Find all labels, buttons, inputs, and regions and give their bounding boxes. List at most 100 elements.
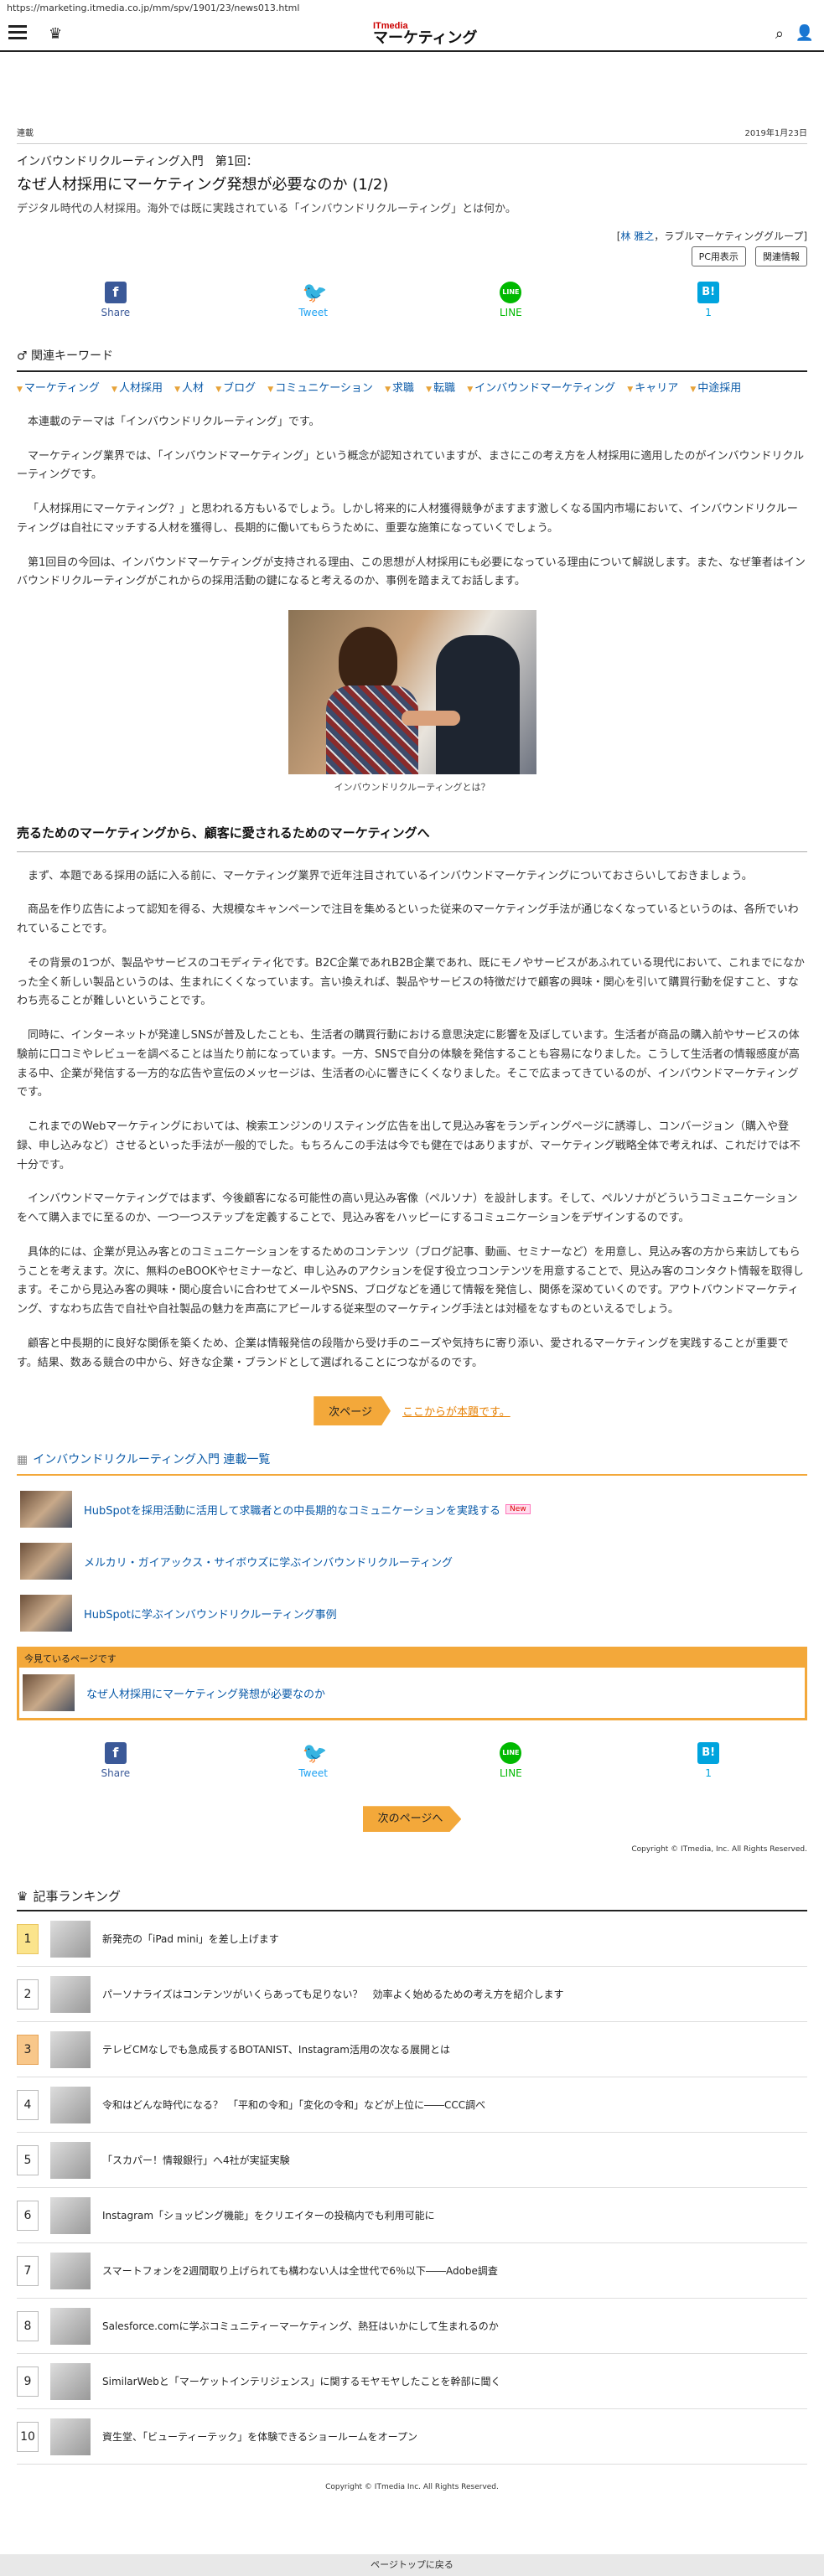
rank-title[interactable]: パーソナライズはコンテンツがいくらあっても足りない？ 効率よく始めるための考え方… bbox=[102, 1987, 563, 2001]
line-icon: LINE bbox=[500, 282, 522, 303]
keyword-link[interactable]: 人材 bbox=[174, 382, 204, 395]
site-logo[interactable]: ITmedia マーケティング bbox=[373, 22, 478, 46]
paragraph: 「人材採用にマーケティング？」と思われる方もいるでしょう。しかし将来的に人材獲得… bbox=[17, 503, 798, 535]
twitter-share[interactable]: 🐦 Tweet bbox=[263, 1742, 364, 1779]
rank-number: 5 bbox=[17, 2144, 39, 2175]
related-info-button[interactable]: 関連情報 bbox=[755, 246, 807, 266]
search-icon[interactable]: ⌕ bbox=[775, 25, 784, 43]
series-item-title[interactable]: メルカリ・ガイアックス・サイボウズに学ぶインバウンドリクルーティング bbox=[84, 1554, 453, 1570]
facebook-share[interactable]: f Share bbox=[65, 1742, 166, 1779]
ranking-item[interactable]: 6 Instagram「ショッピング機能」をクリエイターの投稿内でも利用可能に bbox=[17, 2188, 807, 2244]
series-item[interactable]: メルカリ・ガイアックス・サイボウズに学ぶインバウンドリクルーティング bbox=[17, 1543, 807, 1580]
series-list: インバウンドリクルーティング入門 連載一覧 HubSpotを採用活動に活用して求… bbox=[17, 1451, 807, 1721]
keyword-link[interactable]: マーケティング bbox=[17, 382, 100, 395]
rank-number: 3 bbox=[17, 2034, 39, 2065]
series-item-title[interactable]: HubSpotを採用活動に活用して求職者との中長期的なコミュニケーションを実践す… bbox=[84, 1502, 500, 1518]
rank-thumbnail bbox=[50, 2141, 91, 2179]
keywords-heading: ♂ 関連キーワード bbox=[17, 347, 807, 372]
series-thumbnail bbox=[20, 1543, 72, 1580]
share-bar-bottom: f Share 🐦 Tweet LINE LINE B! 1 bbox=[17, 1742, 807, 1779]
article-figure: インバウンドリクルーティングとは？ bbox=[17, 610, 807, 795]
facebook-icon: f bbox=[104, 1742, 127, 1765]
ranking-item[interactable]: 10 資生堂、「ビューティーテック」を体験できるショールームをオープン bbox=[17, 2409, 807, 2465]
back-to-top-button[interactable]: ページトップに戻る bbox=[0, 2554, 824, 2576]
publish-date: 2019年1月23日 bbox=[744, 129, 807, 138]
ranking-item[interactable]: 3 テレビCMなしでも急成長するBOTANIST、Instagram活用の次なる展… bbox=[17, 2022, 807, 2078]
facebook-share[interactable]: f Share bbox=[65, 282, 166, 318]
section-heading: 売るためのマーケティングから、顧客に愛されるためのマーケティングへ bbox=[17, 822, 807, 852]
keyword-link[interactable]: 中途採用 bbox=[690, 382, 741, 395]
rank-thumbnail bbox=[50, 2307, 91, 2345]
rank-title[interactable]: スマートフォンを2週間取り上げられても構わない人は全世代で6％以下――Adobe… bbox=[102, 2263, 498, 2278]
rank-title[interactable]: 新発売の「iPad mini」を差し上げます bbox=[102, 1932, 279, 1946]
article-main: 連載 2019年1月23日 インバウンドリクルーティング入門 第1回： なぜ人材… bbox=[0, 126, 824, 2491]
rank-title[interactable]: テレビCMなしでも急成長するBOTANIST、Instagram活用の次なる展開… bbox=[102, 2042, 450, 2056]
pc-view-button[interactable]: PC用表示 bbox=[691, 246, 746, 266]
article-body: 本連載のテーマは「インバウンドリクルーティング」です。 マーケティング業界では、… bbox=[17, 413, 807, 1373]
series-item[interactable]: HubSpotを採用活動に活用して求職者との中長期的なコミュニケーションを実践す… bbox=[17, 1491, 807, 1529]
view-buttons: PC用表示 関連情報 bbox=[17, 246, 807, 266]
rank-number: 6 bbox=[17, 2200, 39, 2231]
rank-title[interactable]: 令和はどんな時代になる？ 「平和の令和」「変化の令和」などが上位に――CCC調べ bbox=[102, 2098, 485, 2112]
rank-number: 1 bbox=[17, 1923, 39, 1954]
keyword-link[interactable]: 求職 bbox=[385, 382, 414, 395]
rank-number: 7 bbox=[17, 2255, 39, 2286]
hamburger-menu-icon[interactable] bbox=[8, 25, 27, 40]
ranking-item[interactable]: 9 SimilarWebと「マーケットインテリジェンス」に関するモヤモヤしたことを… bbox=[17, 2354, 807, 2410]
keyword-link[interactable]: ブログ bbox=[215, 382, 256, 395]
rank-thumbnail bbox=[50, 1920, 91, 1958]
twitter-icon: 🐦 bbox=[302, 1741, 328, 1766]
ranking-item[interactable]: 1 新発売の「iPad mini」を差し上げます bbox=[17, 1911, 807, 1968]
paragraph: その背景の1つが、製品やサービスのコモディティ化です。B2C企業であれB2B企業… bbox=[17, 956, 805, 1008]
twitter-share[interactable]: 🐦 Tweet bbox=[263, 282, 364, 318]
next-page-button[interactable]: 次ページ bbox=[314, 1396, 391, 1426]
series-item-title[interactable]: HubSpotに学ぶインバウンドリクルーティング事例 bbox=[84, 1606, 337, 1622]
next-page-row: 次ページ ここからが本題です。 bbox=[17, 1396, 807, 1426]
user-icon[interactable]: 👤 bbox=[795, 24, 814, 42]
paragraph: 第1回目の今回は、インバウンドマーケティングが支持される理由、この思想が人材採用… bbox=[17, 556, 806, 588]
ranking-item[interactable]: 5 「スカパー！情報銀行」へ4社が実証実験 bbox=[17, 2133, 807, 2189]
keyword-link[interactable]: コミュニケーション bbox=[267, 382, 373, 395]
author-link[interactable]: 林 雅之 bbox=[620, 230, 654, 242]
series-item-current[interactable]: なぜ人材採用にマーケティング発想が必要なのか bbox=[19, 1674, 805, 1712]
ranking-item[interactable]: 2 パーソナライズはコンテンツがいくらあっても足りない？ 効率よく始めるための考え… bbox=[17, 1967, 807, 2023]
paragraph: 具体的には、企業が見込み客とのコミュニケーションをするためのコンテンツ（ブログ記… bbox=[17, 1245, 804, 1316]
category-label: 連載 bbox=[17, 129, 34, 138]
hatena-share[interactable]: B! 1 bbox=[658, 282, 759, 318]
series-thumbnail bbox=[20, 1595, 72, 1632]
series-list-heading[interactable]: インバウンドリクルーティング入門 連載一覧 bbox=[17, 1451, 807, 1477]
line-share[interactable]: LINE LINE bbox=[460, 282, 561, 318]
current-page-box: 今見ているページです なぜ人材採用にマーケティング発想が必要なのか bbox=[17, 1647, 807, 1721]
series-item[interactable]: HubSpotに学ぶインバウンドリクルーティング事例 bbox=[17, 1595, 807, 1632]
line-share[interactable]: LINE LINE bbox=[460, 1742, 561, 1779]
keyword-link[interactable]: 人材採用 bbox=[111, 382, 163, 395]
next-page-link[interactable]: ここからが本題です。 bbox=[402, 1403, 510, 1419]
rank-title[interactable]: 資生堂、「ビューティーテック」を体験できるショールームをオープン bbox=[102, 2429, 417, 2444]
rank-title[interactable]: SimilarWebと「マーケットインテリジェンス」に関するモヤモヤしたことを幹… bbox=[102, 2374, 501, 2388]
rank-title[interactable]: Instagram「ショッピング機能」をクリエイターの投稿内でも利用可能に bbox=[102, 2208, 435, 2222]
line-icon: LINE bbox=[500, 1742, 522, 1765]
next-page-button-bottom[interactable]: 次のページへ bbox=[362, 1806, 462, 1833]
handshake-photo bbox=[288, 610, 536, 775]
series-item-title[interactable]: なぜ人材採用にマーケティング発想が必要なのか bbox=[86, 1685, 325, 1701]
logo-bottom: マーケティング bbox=[373, 29, 478, 47]
rank-thumbnail bbox=[50, 2196, 91, 2234]
article-subtitle: デジタル時代の人材採用。海外では既に実践されている「インバウンドリクルーティング… bbox=[17, 203, 516, 215]
rank-title[interactable]: 「スカパー！情報銀行」へ4社が実証実験 bbox=[102, 2153, 290, 2167]
keyword-link[interactable]: インバウンドマーケティング bbox=[467, 382, 615, 395]
facebook-icon: f bbox=[104, 282, 127, 303]
paragraph: マーケティング業界では、「インバウンドマーケティング」という概念が認知されていま… bbox=[17, 449, 805, 482]
ranking-item[interactable]: 8 Salesforce.comに学ぶコミュニティーマーケティング、熱狂はいかにし… bbox=[17, 2299, 807, 2355]
hatena-share[interactable]: B! 1 bbox=[658, 1742, 759, 1779]
rank-number: 4 bbox=[17, 2089, 39, 2120]
ranking-item[interactable]: 7 スマートフォンを2週間取り上げられても構わない人は全世代で6％以下――Adob… bbox=[17, 2243, 807, 2299]
keyword-link[interactable]: 転職 bbox=[426, 382, 455, 395]
keyword-link[interactable]: キャリア bbox=[627, 382, 678, 395]
figure-caption: インバウンドリクルーティングとは？ bbox=[334, 782, 490, 794]
ranking-crown-icon[interactable]: ♛ bbox=[49, 25, 62, 43]
ranking-item[interactable]: 4 令和はどんな時代になる？ 「平和の令和」「変化の令和」などが上位に――CCC調… bbox=[17, 2077, 807, 2134]
rank-thumbnail bbox=[50, 2252, 91, 2289]
rank-title[interactable]: Salesforce.comに学ぶコミュニティーマーケティング、熱狂はいかにして… bbox=[102, 2319, 499, 2333]
site-header: ♛ ITmedia マーケティング ⌕ 👤 bbox=[0, 17, 824, 52]
ranking-heading: 記事ランキング bbox=[17, 1887, 807, 1912]
